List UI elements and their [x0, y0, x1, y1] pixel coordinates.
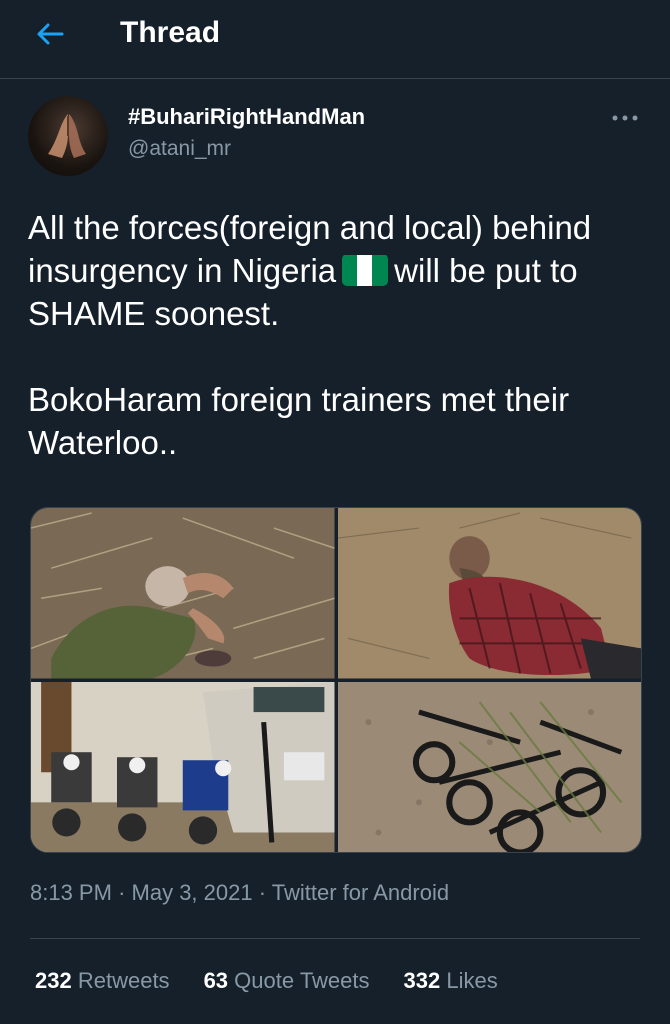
tweet-text: All the forces(foreign and local) behind… — [28, 206, 648, 464]
tweet-time[interactable]: 8:13 PM — [30, 880, 112, 905]
tweet-paragraph-2: BokoHaram foreign trainers met their Wat… — [28, 381, 570, 461]
photo-4-image — [337, 681, 641, 852]
photo-1-image — [31, 508, 335, 679]
photo-2-image — [337, 508, 641, 679]
likes-count: 332 — [403, 968, 441, 993]
photo-2[interactable] — [337, 508, 641, 679]
back-button[interactable] — [30, 14, 70, 54]
meta-separator: · — [258, 880, 267, 905]
retweets-label: Retweets — [77, 968, 170, 993]
photo-3[interactable] — [31, 681, 335, 852]
more-horizontal-icon — [612, 115, 638, 121]
tweet-paragraph-1: All the forces(foreign and local) behind… — [28, 206, 648, 335]
meta-separator: · — [118, 880, 126, 905]
arrow-left-icon — [37, 23, 64, 45]
display-name[interactable]: #BuhariRightHandMan — [128, 104, 365, 130]
media-grid — [30, 507, 642, 853]
tweet-date[interactable]: May 3, 2021 — [132, 880, 253, 905]
user-handle[interactable]: @atani_mr — [128, 136, 231, 162]
quote-tweets-stat[interactable]: 63 Quote Tweets — [204, 966, 370, 996]
page-title: Thread — [120, 16, 221, 49]
quote-tweets-count: 63 — [203, 968, 229, 993]
avatar[interactable] — [28, 96, 108, 176]
more-options-button[interactable] — [608, 106, 642, 130]
quote-tweets-label: Quote Tweets — [234, 968, 370, 993]
divider — [30, 938, 640, 939]
likes-stat[interactable]: 332 Likes — [404, 966, 498, 996]
photo-4[interactable] — [337, 681, 641, 852]
tweet-author: #BuhariRightHandMan @atani_mr — [28, 96, 642, 180]
nigeria-flag-icon — [342, 254, 389, 286]
photo-3-image — [31, 681, 335, 852]
likes-label: Likes — [446, 968, 498, 993]
tweet-stats: 232 Retweets 63 Quote Tweets 332 Likes — [35, 966, 498, 996]
photo-1[interactable] — [31, 508, 335, 679]
tweet-source[interactable]: Twitter for Android — [272, 880, 449, 905]
retweets-stat[interactable]: 232 Retweets — [35, 966, 170, 996]
top-bar: Thread — [0, 0, 670, 79]
tweet-metadata: 8:13 PM · May 3, 2021 · Twitter for Andr… — [30, 878, 449, 908]
retweets-count: 232 — [35, 968, 72, 993]
praying-hands-icon — [48, 114, 86, 158]
